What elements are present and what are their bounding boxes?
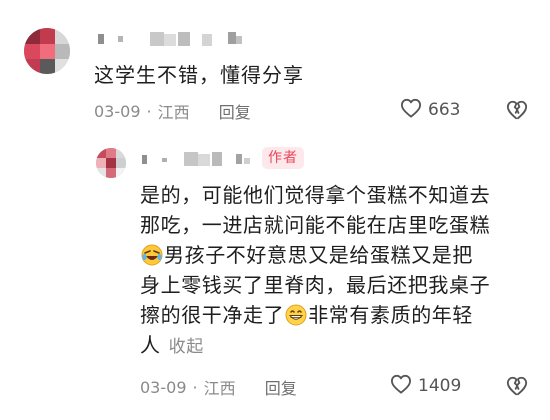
- reply-text-line: 是的，可能他们觉得拿个蛋糕不知道去: [140, 183, 491, 207]
- broken-heart-icon[interactable]: [506, 99, 528, 121]
- reply-meta: 03-09 · 江西 回复 1409: [140, 374, 528, 399]
- comment-date: 03-09: [94, 101, 141, 121]
- reply-text-segment: 擦的很干净走了: [140, 303, 285, 327]
- avatar[interactable]: [24, 28, 70, 74]
- avatar[interactable]: [96, 148, 126, 178]
- reply-text-segment: 非常有素质的年轻: [308, 303, 474, 327]
- grinning-emoji: [285, 304, 307, 326]
- heart-outline-icon: [390, 374, 412, 398]
- collapse-button[interactable]: 收起: [169, 337, 204, 357]
- like-count: 663: [428, 100, 461, 120]
- heart-outline-icon: [400, 98, 422, 122]
- reply-text-line: 那吃，一进店就问能不能在店里吃蛋糕: [140, 213, 491, 237]
- reply-text-line: 男孩子不好意思又是给蛋糕又是把: [140, 240, 532, 270]
- reply-text-line: 擦的很干净走了 非常有素质的年轻: [140, 300, 532, 330]
- meta-separator: ·: [146, 101, 152, 121]
- author-badge: 作者: [262, 147, 304, 169]
- ip-location: 江西: [157, 103, 190, 122]
- meta-separator: ·: [192, 377, 198, 397]
- rolling-laughing-emoji: [141, 244, 163, 266]
- like-button[interactable]: 663: [400, 98, 461, 122]
- comment-meta: 03-09 · 江西 回复 663: [94, 98, 528, 123]
- like-button[interactable]: 1409: [390, 374, 462, 398]
- reply-text-segment: 男孩子不好意思又是给蛋糕又是把: [164, 243, 473, 267]
- comment-item: 这学生不错，懂得分享 03-09 · 江西 回复 663: [0, 0, 550, 140]
- reply-text: 是的，可能他们觉得拿个蛋糕不知道去 那吃，一进店就问能不能在店里吃蛋糕 男孩子不…: [140, 180, 532, 360]
- reply-button[interactable]: 回复: [219, 99, 251, 123]
- comment-text: 这学生不错，懂得分享: [94, 63, 304, 87]
- reply-text-line: 人收起: [140, 330, 532, 360]
- reply-button[interactable]: 回复: [265, 375, 297, 399]
- reply-item: 作者 是的，可能他们觉得拿个蛋糕不知道去 那吃，一进店就问能不能在店里吃蛋糕 男…: [0, 140, 550, 420]
- username-redacted[interactable]: [94, 32, 254, 48]
- reply-text-line: 身上零钱买了里脊肉，最后还把我桌子: [140, 273, 491, 297]
- comment-date: 03-09: [140, 377, 187, 397]
- username-redacted[interactable]: [140, 152, 258, 168]
- ip-location: 江西: [203, 379, 236, 398]
- like-count: 1409: [418, 376, 462, 396]
- broken-heart-icon[interactable]: [506, 375, 528, 397]
- reply-text-segment: 人: [140, 333, 161, 357]
